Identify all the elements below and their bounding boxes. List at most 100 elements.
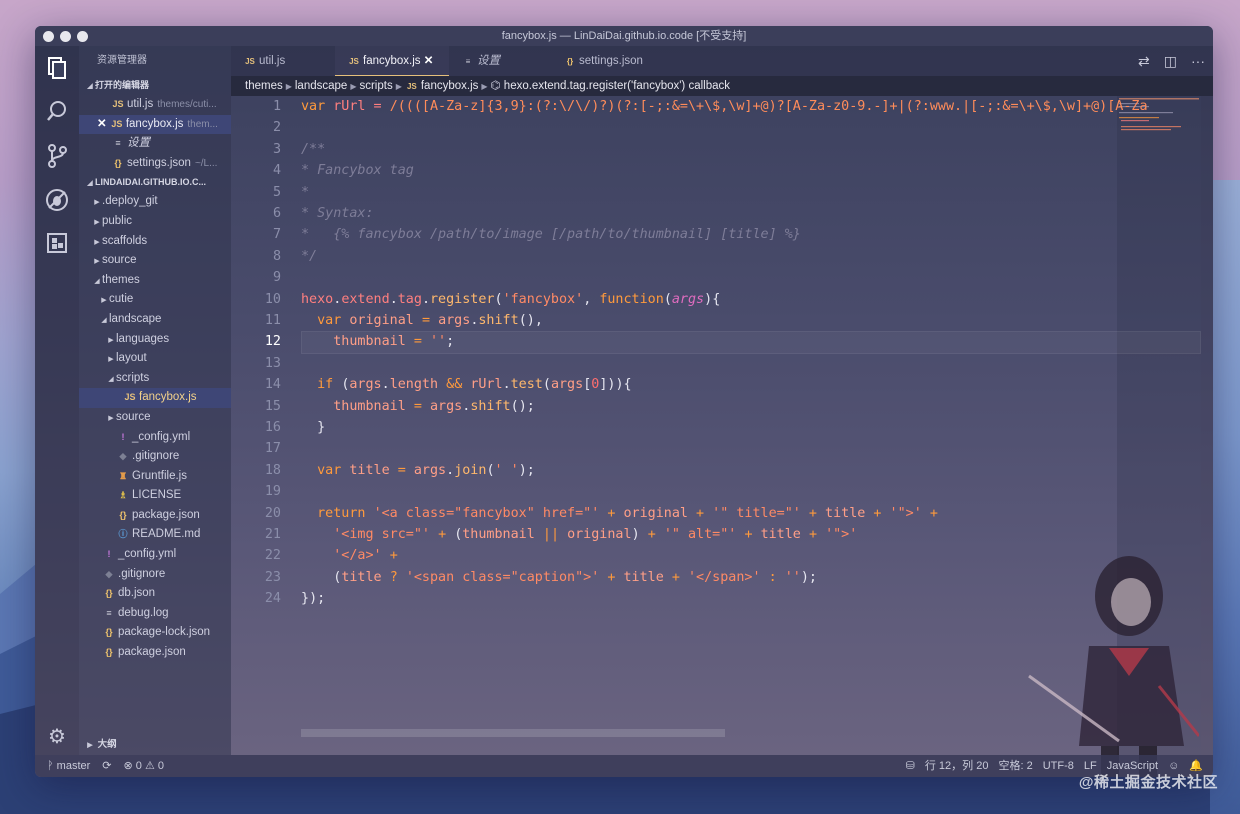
sync-icon[interactable]: ⟳ [102,755,111,777]
code-line[interactable]: 22 '</a>' + [231,545,1213,566]
git-branch-icon: ᚹ [47,760,54,772]
search-icon[interactable] [45,100,69,124]
debug-icon[interactable] [45,188,69,212]
open-editor-item[interactable]: {} settings.json ~/L... [79,154,231,174]
folder-item[interactable]: ◢ themes [79,271,231,291]
file-item[interactable]: ♜ Gruntfile.js [79,467,231,487]
code-line[interactable]: 14 if (args.length && rUrl.test(args[0])… [231,374,1213,395]
breadcrumb-item[interactable]: hexo.extend.tag.register('fancybox') cal… [504,80,730,92]
code-line[interactable]: 5 * [231,182,1213,203]
tab-label: fancybox.js [363,55,421,67]
more-actions-icon[interactable]: ··· [1191,46,1205,76]
file-item[interactable]: {} db.json [79,584,231,604]
folder-item[interactable]: ▶ scaffolds [79,232,231,252]
code-line[interactable]: 23 (title ? '<span class="caption">' + t… [231,567,1213,588]
code-line[interactable]: 20 return '<a class="fancybox" href="' +… [231,503,1213,524]
split-editor-icon[interactable]: ◫ [1164,46,1177,76]
open-editor-item[interactable]: JS util.js themes/cuti... [79,95,231,115]
breadcrumb-item[interactable]: landscape [295,80,347,92]
code-line[interactable]: 21 '<img src="' + (thumbnail || original… [231,524,1213,545]
code-line[interactable]: 16 } [231,417,1213,438]
breadcrumb-item[interactable]: fancybox.js [421,80,479,92]
folder-item[interactable]: ◢ scripts [79,369,231,389]
code-line[interactable]: 15 thumbnail = args.shift(); [231,396,1213,417]
file-item[interactable]: {} package-lock.json [79,623,231,643]
file-item[interactable]: {} package.json [79,506,231,526]
tree-item-label: db.json [118,587,156,600]
tab-util-js[interactable]: JS util.js [231,46,335,76]
code-line[interactable]: 11 var original = args.shift(), [231,310,1213,331]
open-editor-item[interactable]: ≡ 设置 [79,134,231,154]
project-section[interactable]: ◢ LINDAIDAI.GITHUB.IO.C... [79,173,231,192]
tab-settings-json[interactable]: {} settings.json [551,46,669,76]
code-line[interactable]: 9 [231,267,1213,288]
file-item[interactable]: JS fancybox.js [79,388,231,408]
open-editor-item[interactable]: ✕ JS fancybox.js them... [79,114,231,135]
javascript-file-icon: JS [111,118,123,129]
code-line[interactable]: 13 [231,353,1213,374]
line-number: 8 [272,248,281,264]
folder-item[interactable]: ◢ landscape [79,310,231,330]
code-line[interactable]: 7 * {% fancybox /path/to/image [/path/to/… [231,224,1213,245]
breadcrumb-item[interactable]: themes [245,80,283,92]
maximize-window-button[interactable] [77,31,88,42]
code-line[interactable]: 1 var rUrl = /((([A-Za-z]{3,9}:(?:\/\/)?)… [231,96,1213,117]
code-line[interactable]: 17 [231,438,1213,459]
breadcrumb-item[interactable]: scripts [359,80,392,92]
code-line[interactable]: 2 [231,117,1213,138]
tree-item-label: debug.log [118,606,169,619]
javascript-file-icon: JS [245,57,255,66]
branch-indicator[interactable]: ᚹ master [47,755,90,777]
file-item[interactable]: ⓘ README.md [79,525,231,545]
gear-icon[interactable]: ⚙ [45,725,69,749]
folder-item[interactable]: ▶ cutie [79,290,231,310]
code-line[interactable]: 8 */ [231,246,1213,267]
file-item[interactable]: ◆ .gitignore [79,447,231,467]
file-item[interactable]: ! _config.yml [79,428,231,448]
code-editor[interactable]: 1 var rUrl = /((([A-Za-z]{3,9}:(?:\/\/)?)… [231,96,1213,777]
code-line[interactable]: 18 var title = args.join(' '); [231,460,1213,481]
folder-item[interactable]: ▶ source [79,251,231,271]
source-control-icon[interactable] [45,144,69,168]
horizontal-scrollbar[interactable] [301,729,725,737]
code-line[interactable]: 10 hexo.extend.tag.register('fancybox', f… [231,289,1213,310]
file-item[interactable]: ◆ .gitignore [79,565,231,585]
code-line[interactable]: 19 [231,481,1213,502]
code-line[interactable]: 6 * Syntax: [231,203,1213,224]
minimize-window-button[interactable] [60,31,71,42]
code-text: * Syntax: [301,206,374,221]
problems-indicator[interactable]: ⊗ 0 ⚠ 0 [124,755,165,777]
javascript-file-icon: JS [406,82,417,91]
open-editors-label: 打开的编辑器 [95,80,150,90]
code-line[interactable]: 12 thumbnail = ''; [231,331,1213,352]
open-editors-section[interactable]: ◢ 打开的编辑器 [79,76,231,95]
file-item[interactable]: ♗ LICENSE [79,486,231,506]
folder-item[interactable]: ▶ languages [79,330,231,350]
files-icon[interactable] [45,56,69,80]
folder-item[interactable]: ▶ .deploy_git [79,192,231,212]
tab-fancybox-js[interactable]: JS fancybox.js ✕ [335,46,449,76]
tab-label: util.js [259,55,286,67]
close-tab-icon[interactable]: ✕ [421,55,434,67]
tree-item-label: fancybox.js [139,391,197,404]
javascript-file-icon: JS [112,99,124,109]
encoding[interactable]: UTF-8 [1043,755,1074,777]
file-item[interactable]: ! _config.yml [79,545,231,565]
code-line[interactable]: 4 * Fancybox tag [231,160,1213,181]
compare-changes-icon[interactable]: ⇄ [1138,46,1150,76]
close-icon[interactable]: ✕ [97,118,110,130]
file-item[interactable]: {} package.json [79,643,231,663]
tab---[interactable]: ≡ 设置 [449,46,551,76]
outline-section[interactable]: ▶ 大纲 [79,735,237,755]
file-item[interactable]: ≡ debug.log [79,604,231,624]
folder-item[interactable]: ▶ source [79,408,231,428]
close-window-button[interactable] [43,31,54,42]
folder-item[interactable]: ▶ layout [79,349,231,369]
code-line[interactable]: 3 /** [231,139,1213,160]
indentation[interactable]: 空格: 2 [998,755,1032,777]
live-share-icon[interactable]: ⛁ [906,755,915,777]
cursor-position[interactable]: 行 12，列 20 [925,755,989,777]
code-line[interactable]: 24}); [231,588,1213,609]
extensions-icon[interactable] [45,232,69,256]
folder-item[interactable]: ▶ public [79,212,231,232]
